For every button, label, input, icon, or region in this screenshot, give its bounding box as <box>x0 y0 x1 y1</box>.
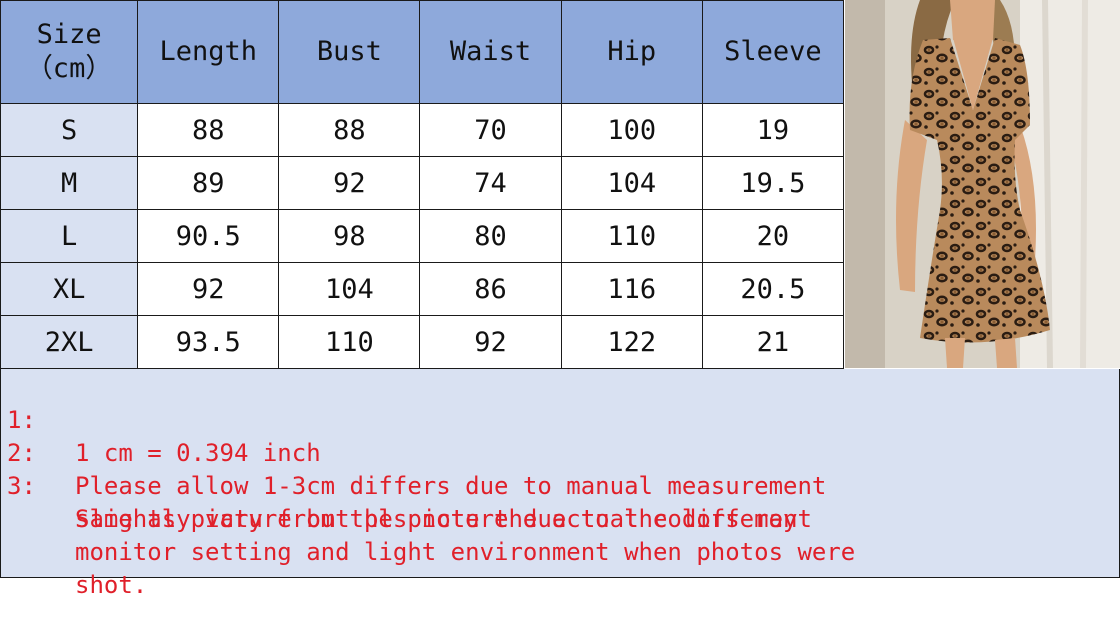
size-label: 2XL <box>0 315 139 369</box>
leopard-print-dress-photo-icon <box>845 0 1120 368</box>
header-length: Length <box>137 0 280 104</box>
table-cell: 110 <box>278 315 421 369</box>
table-cell: 21 <box>701 315 845 369</box>
table-cell: 70 <box>419 103 562 157</box>
table-cell: 122 <box>560 315 703 369</box>
header-hip: Hip <box>560 0 703 104</box>
size-label: XL <box>0 262 139 316</box>
table-cell: 104 <box>278 262 421 316</box>
table-cell: 88 <box>278 103 421 157</box>
table-cell: 90.5 <box>137 209 280 263</box>
table-row: S 88 88 70 100 19 <box>0 103 845 157</box>
table-cell: 86 <box>419 262 562 316</box>
size-label: S <box>0 103 139 157</box>
header-bust: Bust <box>278 0 421 104</box>
table-row: XL 92 104 86 116 20.5 <box>0 262 845 316</box>
table-cell: 93.5 <box>137 315 280 369</box>
dress-illustration <box>845 0 1120 368</box>
table-row: 2XL 93.5 110 92 122 21 <box>0 315 845 369</box>
table-cell: 80 <box>419 209 562 263</box>
table-header-row: Size （cm） Length Bust Waist Hip Sleeve <box>0 0 845 104</box>
size-table: Size （cm） Length Bust Waist Hip Sleeve S… <box>0 0 845 369</box>
header-sleeve: Sleeve <box>701 0 845 104</box>
table-cell: 20.5 <box>701 262 845 316</box>
table-cell: 92 <box>278 156 421 210</box>
table-cell: 92 <box>419 315 562 369</box>
header-waist: Waist <box>419 0 562 104</box>
table-cell: 19 <box>701 103 845 157</box>
header-size: Size （cm） <box>0 0 139 104</box>
table-cell: 74 <box>419 156 562 210</box>
table-cell: 110 <box>560 209 703 263</box>
size-label: L <box>0 209 139 263</box>
table-row: M 89 92 74 104 19.5 <box>0 156 845 210</box>
table-cell: 89 <box>137 156 280 210</box>
table-cell: 116 <box>560 262 703 316</box>
table-cell: 20 <box>701 209 845 263</box>
size-chart-sheet: Size （cm） Length Bust Waist Hip Sleeve S… <box>0 0 1120 599</box>
table-cell: 19.5 <box>701 156 845 210</box>
note-text: shot. <box>75 571 148 599</box>
table-cell: 98 <box>278 209 421 263</box>
note-3-line-4: shot. <box>7 536 1107 635</box>
table-cell: 100 <box>560 103 703 157</box>
table-row: L 90.5 98 80 110 20 <box>0 209 845 263</box>
size-label: M <box>0 156 139 210</box>
table-cell: 88 <box>137 103 280 157</box>
notes-panel: 1: 1 cm = 0.394 inch 2: Please allow 1-3… <box>0 369 1120 599</box>
table-cell: 92 <box>137 262 280 316</box>
table-cell: 104 <box>560 156 703 210</box>
